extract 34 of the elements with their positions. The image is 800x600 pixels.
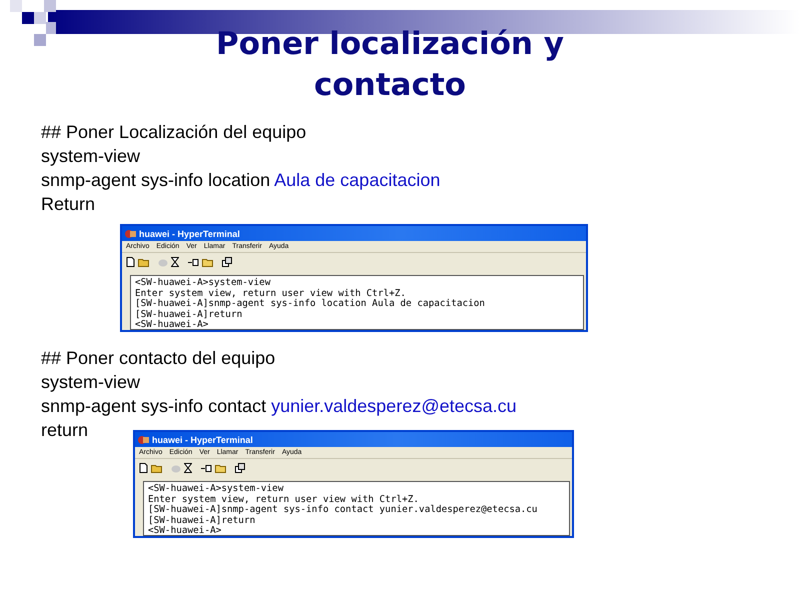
terminal-line: <SW-huawei-A>: [135, 320, 210, 329]
slide-title: Poner localización y contacto: [215, 25, 565, 105]
receive-icon[interactable]: [215, 463, 226, 473]
window-title: huawei - HyperTerminal: [139, 228, 240, 238]
send-icon[interactable]: [201, 464, 212, 472]
squares-decoration-icon: [10, 0, 56, 46]
command-line: system-view: [41, 145, 140, 168]
properties-icon[interactable]: [222, 257, 232, 267]
terminal-line: <SW-huawei-A>system-view: [135, 278, 272, 288]
terminal-line: <SW-huawei-A>system-view: [148, 484, 284, 494]
terminal-line: Enter system view, return user view with Ctrl+Z.: [148, 494, 420, 504]
command-line: snmp-agent sys-info contact yunier.valdesperez@etecsa.cu: [41, 395, 517, 418]
hourglass-icon[interactable]: [171, 257, 179, 267]
send-icon[interactable]: [188, 258, 199, 266]
command-line: ## Poner contacto del equipo: [41, 347, 276, 370]
receive-icon[interactable]: [202, 257, 213, 267]
command-line: return: [41, 419, 88, 442]
new-file-icon[interactable]: [139, 463, 148, 473]
new-file-icon[interactable]: [126, 257, 135, 267]
terminal-line: Enter system view, return user view with Ctrl+Z.: [135, 288, 407, 298]
window-title: huawei - HyperTerminal: [152, 434, 253, 444]
command-line: system-view: [41, 371, 140, 394]
folder-icon[interactable]: [151, 464, 162, 472]
command-line: snmp-agent sys-info location Aula de capacitacion: [41, 169, 440, 192]
folder-icon[interactable]: [138, 258, 149, 266]
properties-icon[interactable]: [235, 463, 245, 473]
hourglass-icon[interactable]: [184, 463, 192, 473]
terminal-line: [SW-huawei-A]snmp-agent sys-info location Aula de capacitacion: [135, 299, 486, 310]
terminal-line: <SW-huawei-A>: [148, 526, 222, 535]
terminal-line: [SW-huawei-A]return: [135, 310, 244, 320]
terminal-line: [SW-huawei-A]return: [148, 516, 256, 526]
command-line: ## Poner Localización del equipo: [41, 121, 306, 144]
command-line: Return: [41, 193, 96, 216]
terminal-line: [SW-huawei-A]snmp-agent sys-info contact yunier.valdesperez@etecsa.cu: [148, 505, 538, 516]
